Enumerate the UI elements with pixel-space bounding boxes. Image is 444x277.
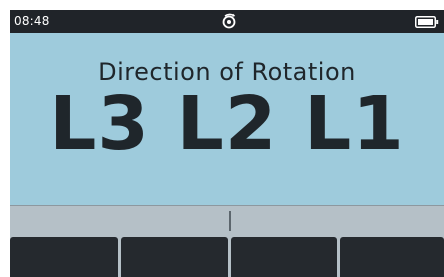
phase-sequence-readout: L3 L2 L1 (49, 81, 405, 167)
softkey-row (10, 237, 444, 277)
measurement-display: Direction of Rotation L3 L2 L1 (10, 33, 444, 205)
softkey-label-divider (229, 211, 231, 231)
status-bar: 08:48 (10, 10, 444, 33)
softkey-4[interactable] (340, 237, 444, 277)
softkey-2[interactable] (121, 237, 228, 277)
softkey-label-bar (10, 205, 444, 237)
instrument-screen: 08:48 Direction of Rotation L3 L2 L1 (10, 10, 444, 277)
battery-icon (415, 16, 439, 28)
rotation-indicator-icon (222, 13, 236, 29)
status-time: 08:48 (14, 14, 50, 28)
softkey-1[interactable] (10, 237, 118, 277)
softkey-3[interactable] (231, 237, 337, 277)
